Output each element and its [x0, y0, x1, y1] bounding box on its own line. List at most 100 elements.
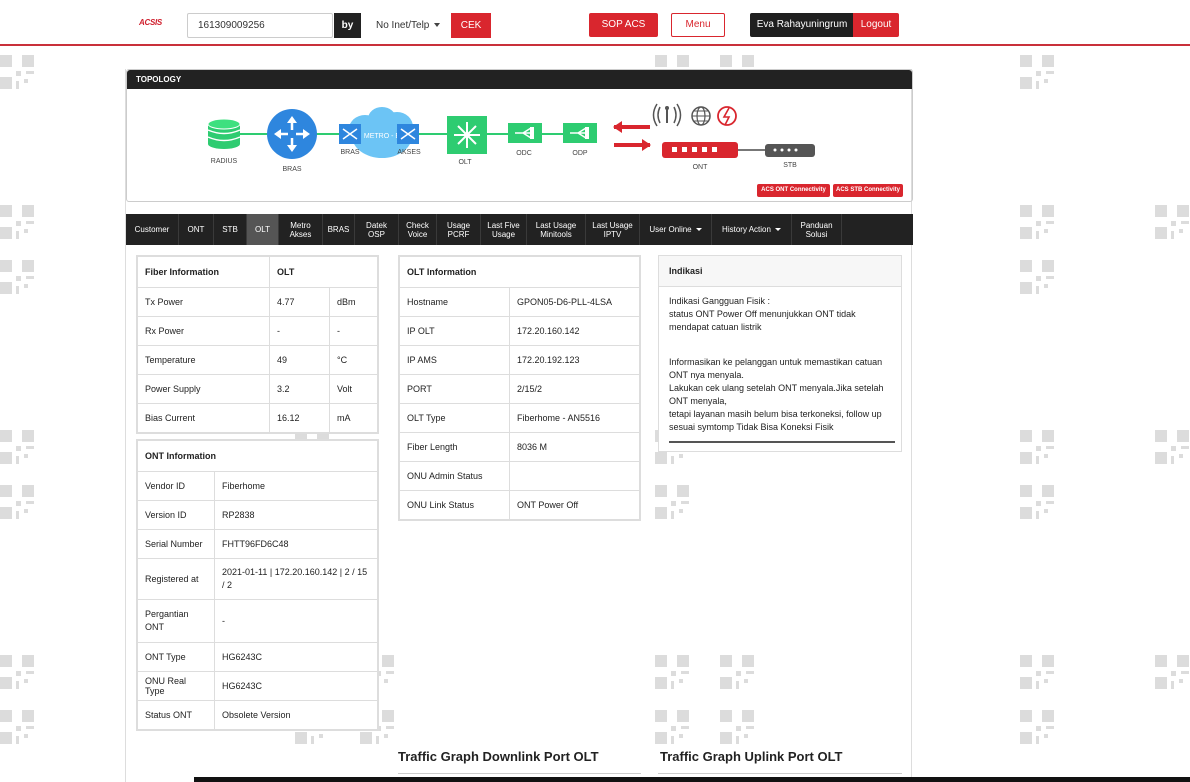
ont-information-panel: ONT Information Vendor ID Fiberhome Versi… — [136, 439, 379, 731]
watermark-cell — [16, 81, 19, 89]
watermark-cell — [0, 655, 12, 667]
ont-row-value: Obsolete Version — [214, 700, 378, 730]
table-row: OLT Type Fiberhome - AN5516 — [399, 403, 640, 433]
tab-metro-akses[interactable]: Metro Akses — [279, 214, 323, 245]
ont-router-icon[interactable] — [662, 142, 738, 158]
sop-acs-button[interactable]: SOP ACS — [589, 13, 658, 37]
fiber-row-value: 4.77 — [269, 287, 330, 317]
watermark-block — [0, 55, 34, 89]
watermark-cell — [22, 430, 34, 442]
olt-row-value: ONT Power Off — [509, 490, 640, 520]
akses-switch-icon[interactable] — [397, 124, 419, 144]
indikasi-body: Indikasi Gangguan Fisik : status ONT Pow… — [659, 287, 901, 434]
ont-info-header: ONT Information — [137, 440, 378, 472]
watermark-block — [1020, 55, 1054, 89]
radius-database-icon[interactable] — [207, 118, 241, 149]
watermark-cell — [1171, 681, 1174, 689]
downlink-graph-frame — [398, 773, 641, 774]
search-input[interactable] — [187, 13, 333, 38]
indikasi-line: Indikasi Gangguan Fisik : — [669, 296, 771, 306]
watermark-cell — [0, 205, 12, 217]
tab-user-online[interactable]: User Online — [640, 214, 712, 245]
odp-label: ODP — [572, 150, 588, 157]
stb-icon[interactable] — [765, 144, 815, 157]
tab-usage-pcrf[interactable]: Usage PCRF — [437, 214, 481, 245]
watermark-cell — [1036, 726, 1041, 731]
watermark-cell — [22, 485, 34, 497]
acs-stb-connectivity-button[interactable]: ACS STB Connectivity — [833, 184, 903, 197]
menu-button[interactable]: Menu — [671, 13, 725, 37]
fiber-row-unit: - — [329, 316, 378, 346]
olt-row-name: ONU Link Status — [399, 490, 510, 520]
watermark-cell — [1020, 430, 1032, 442]
tab-customer[interactable]: Customer — [126, 214, 179, 245]
watermark-cell — [22, 260, 34, 272]
bras-switch-icon[interactable] — [339, 124, 361, 144]
watermark-cell — [1036, 456, 1039, 464]
metro-label: METRO - E — [364, 133, 400, 140]
tab-bras[interactable]: BRAS — [323, 214, 355, 245]
tab-history-action[interactable]: History Action — [712, 214, 792, 245]
watermark-cell — [1020, 710, 1032, 722]
olt-row-name: IP OLT — [399, 316, 510, 346]
watermark-cell — [1020, 677, 1032, 689]
table-row: Pergantian ONT - — [137, 599, 378, 643]
tab-olt[interactable]: OLT — [247, 214, 279, 245]
watermark-cell — [22, 655, 34, 667]
logout-button[interactable]: Logout — [853, 13, 899, 37]
tab-last-usage-iptv-label: Last Usage IPTV — [592, 220, 633, 239]
watermark-cell — [1042, 430, 1054, 442]
watermark-block — [1020, 655, 1054, 689]
watermark-cell — [24, 79, 28, 83]
acs-ont-connectivity-button[interactable]: ACS ONT Connectivity — [757, 184, 830, 197]
tab-last-usage-iptv[interactable]: Last Usage IPTV — [586, 214, 640, 245]
odc-icon[interactable] — [508, 123, 542, 143]
table-row: Registered at 2021-01-11 | 172.20.160.142… — [137, 558, 378, 600]
table-row: Bias Current 16.12 mA — [137, 403, 378, 433]
watermark-cell — [22, 710, 34, 722]
tab-check-voice[interactable]: Check Voice — [399, 214, 437, 245]
olt-row-name: PORT — [399, 374, 510, 404]
table-row: ONT Type HG6243C — [137, 642, 378, 672]
watermark-cell — [16, 276, 21, 281]
bidirectional-arrows-icon — [613, 121, 651, 151]
ont-row-name: ONT Type — [137, 642, 215, 672]
watermark-cell — [16, 501, 21, 506]
table-row: Rx Power - - — [137, 316, 378, 346]
watermark-cell — [1155, 227, 1167, 239]
watermark-cell — [1155, 452, 1167, 464]
watermark-block — [0, 485, 34, 519]
tab-stb[interactable]: STB — [214, 214, 247, 245]
cek-button[interactable]: CEK — [451, 13, 491, 38]
bras-router-icon[interactable] — [267, 109, 317, 159]
watermark-cell — [16, 231, 19, 239]
watermark-cell — [1044, 734, 1048, 738]
olt-row-value: 2/15/2 — [509, 374, 640, 404]
fiber-row-value: 49 — [269, 345, 330, 375]
search-type-select[interactable]: No Inet/Telp — [368, 13, 450, 38]
table-row: Version ID RP2838 — [137, 500, 378, 530]
watermark-block — [1155, 205, 1189, 239]
ont-row-name: Vendor ID — [137, 471, 215, 501]
divider — [669, 441, 895, 443]
tab-last-five-usage[interactable]: Last Five Usage — [481, 214, 527, 245]
watermark-cell — [24, 679, 28, 683]
globe-icon — [691, 106, 711, 126]
olt-icon[interactable] — [447, 116, 487, 154]
watermark-cell — [1177, 205, 1189, 217]
tab-ont[interactable]: ONT — [179, 214, 214, 245]
uplink-graph-frame — [658, 773, 902, 774]
user-name[interactable]: Eva Rahayuningrum — [750, 13, 854, 37]
table-row: ONU Real Type HG6243C — [137, 671, 378, 701]
watermark-cell — [16, 71, 21, 76]
tab-datek-osp[interactable]: Datek OSP — [355, 214, 399, 245]
fiber-header-olt: OLT — [269, 256, 378, 288]
tab-panduan-solusi[interactable]: Panduan Solusi — [792, 214, 842, 245]
app-logo[interactable]: ACSIS — [139, 18, 162, 27]
ont-row-name: Status ONT — [137, 700, 215, 730]
olt-row-value: GPON05-D6-PLL-4LSA — [509, 287, 640, 317]
watermark-cell — [1046, 501, 1054, 504]
tab-last-usage-minitools[interactable]: Last Usage Minitools — [527, 214, 586, 245]
watermark-block — [0, 430, 34, 464]
odp-icon[interactable] — [563, 123, 597, 143]
